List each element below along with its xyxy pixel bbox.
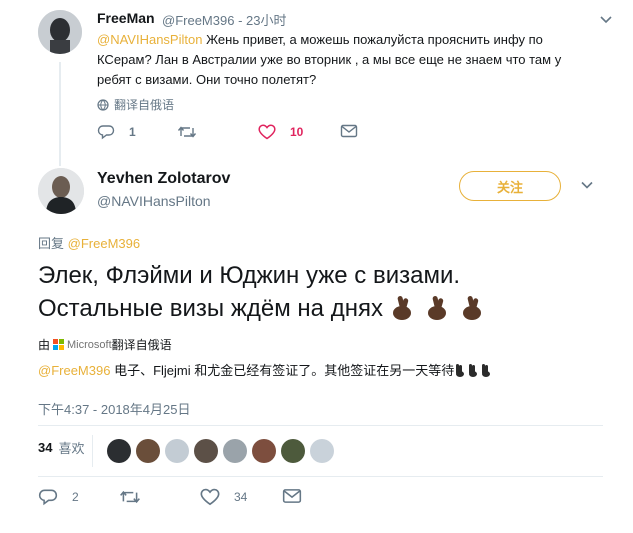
reply-icon [38, 489, 58, 506]
separator: - [238, 13, 247, 28]
fingers-crossed-emoji-group [390, 292, 486, 331]
reply-action[interactable]: 2 [38, 488, 79, 506]
tweet-text-line2: Остальные визы ждём на днях [38, 295, 383, 322]
like-action[interactable]: 34 [200, 488, 247, 506]
author-handle[interactable]: @FreeM396 [162, 13, 234, 28]
likes-count: 34 [38, 440, 53, 455]
fingers-crossed-emoji [392, 296, 481, 320]
translated-text: @FreeM396 电子、Fljejmi 和尤金已经有签证了。其他签证在另一天等… [38, 360, 494, 379]
envelope-icon [282, 489, 302, 503]
globe-icon [97, 98, 109, 111]
divider [38, 425, 603, 426]
translate-label[interactable]: 翻译自俄语 [114, 96, 174, 113]
tweet-text-line2-wrap: Остальные визы ждём на днях [38, 292, 608, 331]
tweet-timestamp[interactable]: 下午4:37 - 2018年4月25日 [38, 399, 190, 418]
replying-to: 回复 @FreeM396 [38, 233, 140, 252]
translated-by: 由 Microsoft 翻译自俄语 [38, 336, 172, 353]
liker-avatar[interactable] [136, 439, 160, 463]
retweet-action[interactable] [177, 124, 211, 140]
avatar-yevhen[interactable] [38, 168, 84, 214]
replying-to-mention[interactable]: @FreeM396 [68, 236, 140, 251]
retweet-icon [177, 126, 197, 138]
chevron-down-icon[interactable] [600, 14, 612, 26]
author-name[interactable]: Yevhen Zolotarov [97, 170, 230, 188]
microsoft-logo-icon [53, 339, 65, 350]
like-count: 10 [290, 125, 304, 139]
translated-by-brand: Microsoft [67, 338, 112, 351]
envelope-icon [340, 124, 358, 138]
divider [92, 435, 93, 467]
author-name[interactable]: FreeMan [97, 10, 155, 26]
liker-avatar[interactable] [165, 439, 189, 463]
tweet-text-line1: Элек, Флэйми и Юджин уже с визами. [38, 262, 461, 289]
divider [38, 476, 603, 477]
thread-line [59, 62, 61, 166]
chevron-down-icon[interactable] [580, 178, 594, 192]
reply-action[interactable]: 1 [97, 124, 136, 140]
liker-avatar[interactable] [223, 439, 247, 463]
reply-count: 2 [72, 490, 79, 504]
heart-icon [258, 124, 276, 140]
like-action[interactable]: 10 [258, 124, 303, 140]
liker-avatars [107, 439, 339, 463]
heart-icon [200, 488, 220, 506]
translated-body: 电子、Fljejmi 和尤金已经有签证了。其他签证在另一天等待 [110, 363, 455, 378]
translated-mention[interactable]: @FreeM396 [38, 363, 110, 378]
mention-link[interactable]: @NAVIHansPilton [97, 32, 202, 47]
translated-by-suffix: 翻译自俄语 [111, 338, 172, 352]
retweet-action[interactable] [119, 488, 155, 506]
likes-label: 喜欢 [58, 441, 85, 456]
translated-by-prefix: 由 [38, 338, 51, 352]
liker-avatar[interactable] [252, 439, 276, 463]
retweet-icon [120, 490, 140, 504]
reply-count: 1 [129, 125, 136, 139]
liker-avatar[interactable] [194, 439, 218, 463]
reply-icon [97, 125, 115, 140]
fingers-crossed-emoji [456, 364, 491, 377]
replying-label: 回复 [38, 236, 65, 251]
dm-action[interactable] [282, 488, 302, 504]
author-handle-and-time[interactable]: @FreeM396 - 23小时 [162, 10, 287, 29]
follow-button[interactable]: 关注 [459, 171, 561, 201]
author-handle[interactable]: @NAVIHansPilton [97, 193, 211, 209]
likes-stats[interactable]: 34 喜欢 [38, 438, 84, 457]
liker-avatar[interactable] [310, 439, 334, 463]
avatar-freeman[interactable] [38, 10, 82, 54]
tweet-text: @NAVIHansPilton Жень привет, а можешь по… [97, 30, 597, 90]
dm-action[interactable] [340, 124, 358, 138]
liker-avatar[interactable] [281, 439, 305, 463]
tweet-text: Элек, Флэйми и Юджин уже с визами. Остал… [38, 259, 608, 331]
tweet-time[interactable]: 23小时 [246, 13, 286, 28]
like-count: 34 [234, 490, 248, 504]
liker-avatar[interactable] [107, 439, 131, 463]
translate-tweet[interactable]: 翻译自俄语 [97, 96, 174, 113]
